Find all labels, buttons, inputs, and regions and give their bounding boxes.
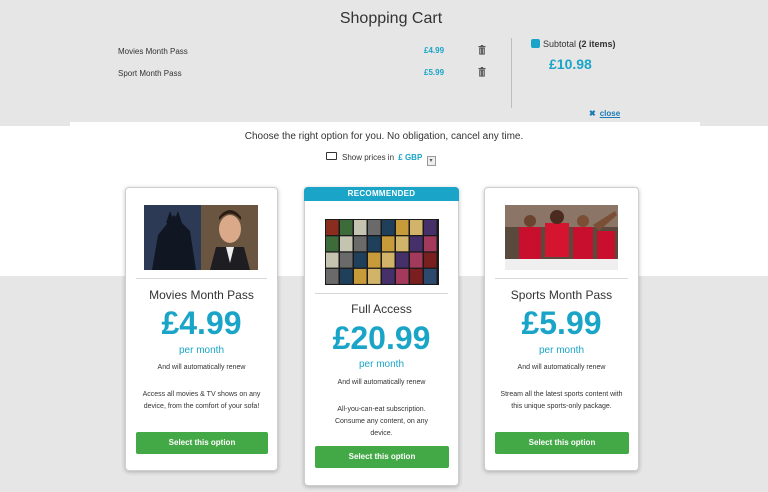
poster-tile [382, 252, 395, 268]
poster-tile [382, 236, 395, 252]
plan-price: £5.99 [521, 305, 602, 341]
select-option-button[interactable]: Select this option [136, 432, 268, 454]
subtotal-label: Subtotal (2 items) [531, 39, 616, 49]
poster-tile [424, 236, 437, 252]
poster-tile [410, 268, 423, 284]
plan-title: Full Access [351, 302, 412, 316]
shopping-cart-panel: Shopping Cart Movies Month Pass £4.99 Sp… [0, 0, 768, 122]
cart-item: Movies Month Pass £4.99 [118, 45, 490, 59]
cart-item: Sport Month Pass £5.99 [118, 67, 490, 81]
poster-tile [396, 252, 409, 268]
panel-band [700, 122, 768, 126]
cart-item-price: £5.99 [424, 68, 445, 77]
poster-tile [382, 268, 395, 284]
plan-title: Movies Month Pass [149, 288, 254, 302]
chevron-down-icon[interactable]: ▾ [426, 156, 436, 166]
currency-value[interactable]: £ GBP [398, 153, 422, 162]
close-icon[interactable]: ✖ [589, 109, 596, 118]
cart-item-price: £4.99 [424, 46, 445, 55]
cart-item-name: Sport Month Pass [118, 69, 182, 78]
full-access-thumbnail [325, 219, 439, 285]
plan-card-sports: Sports Month Pass £5.99 per month And wi… [484, 187, 639, 471]
card-separator [136, 278, 267, 279]
movies-thumbnail [144, 205, 258, 270]
poster-tile [410, 220, 423, 235]
currency-prefix: Show prices in [342, 153, 395, 162]
poster-tile [340, 252, 353, 268]
recommended-badge: RECOMMENDED [304, 187, 459, 201]
poster-tile [368, 236, 381, 252]
shopping-bag-icon [531, 39, 540, 48]
poster-tile [326, 236, 339, 252]
poster-tile [396, 236, 409, 252]
plan-period: per month [178, 345, 225, 356]
poster-tile [326, 252, 339, 268]
poster-tile [368, 220, 381, 235]
poster-tile [382, 220, 395, 235]
subtotal-text: Subtotal [543, 39, 577, 49]
card-separator [315, 293, 448, 294]
poster-tile [410, 236, 423, 252]
plan-card-full-access: RECOMMENDED Full Access £20.99 per month… [304, 187, 459, 486]
poster-tile [368, 268, 381, 284]
poster-tile [354, 236, 367, 252]
poster-tile [326, 268, 339, 284]
poster-tile [424, 252, 437, 268]
cart-divider [511, 38, 512, 108]
plan-renew-note: And will automatically renew [517, 364, 606, 371]
plan-renew-note: And will automatically renew [157, 364, 246, 371]
poster-tile [354, 220, 367, 235]
close-label[interactable]: close [600, 109, 620, 118]
cart-title: Shopping Cart [339, 10, 443, 27]
trash-icon[interactable] [478, 45, 486, 55]
poster-tile [340, 236, 353, 252]
poster-tile [368, 252, 381, 268]
currency-selector[interactable]: Show prices in £ GBP ▾ [326, 152, 436, 166]
cash-icon [326, 152, 337, 160]
poster-tile [396, 220, 409, 235]
plan-description: Access all movies & TV shows on any devi… [142, 391, 261, 410]
poster-tile [354, 268, 367, 284]
poster-tile [354, 252, 367, 268]
plan-description: Stream all the latest sports content wit… [500, 391, 623, 410]
plan-card-movies: Movies Month Pass £4.99 per month And wi… [125, 187, 278, 471]
cart-item-name: Movies Month Pass [118, 47, 188, 56]
close-link[interactable]: ✖ close [589, 109, 620, 118]
card-separator [495, 278, 628, 279]
poster-tile [396, 268, 409, 284]
trash-icon[interactable] [478, 67, 486, 77]
plan-description: All-you-can-eat subscription. Consume an… [334, 406, 428, 437]
poster-tile [340, 268, 353, 284]
select-option-button[interactable]: Select this option [315, 446, 449, 468]
plan-period: per month [358, 359, 405, 370]
poster-tile [326, 220, 339, 235]
select-option-button[interactable]: Select this option [495, 432, 629, 454]
subtotal-count: (2 items) [578, 39, 616, 49]
plan-renew-note: And will automatically renew [337, 379, 426, 386]
subtotal-value: £10.98 [549, 56, 592, 72]
panel-band [0, 122, 70, 126]
plan-title: Sports Month Pass [510, 288, 613, 302]
tagline: Choose the right option for you. No obli… [244, 131, 524, 142]
sports-thumbnail [505, 205, 618, 270]
poster-tile [424, 268, 437, 284]
poster-tile [340, 220, 353, 235]
plan-price: £4.99 [161, 305, 242, 341]
poster-tile [424, 220, 437, 235]
plan-price: £20.99 [332, 320, 431, 356]
plan-period: per month [538, 345, 585, 356]
poster-tile [410, 252, 423, 268]
